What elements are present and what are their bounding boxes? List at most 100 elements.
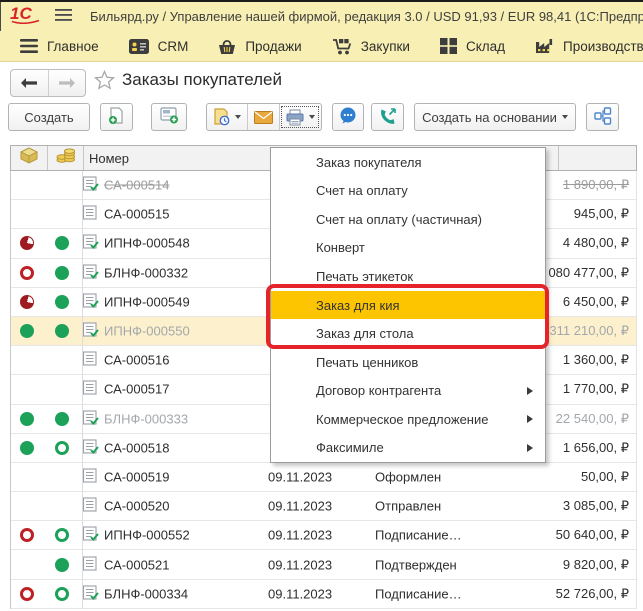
new-card-button[interactable] (151, 103, 187, 131)
nav-item-производство[interactable]: Производство (535, 38, 643, 54)
order-amount: 1 360,00, ₽ (563, 352, 629, 368)
shipment-status-icon (55, 412, 69, 426)
column-header-payment[interactable] (11, 146, 47, 170)
phone-button[interactable] (371, 103, 404, 131)
print-menu-item[interactable]: Факсимиле (271, 433, 545, 462)
column-header-money[interactable] (48, 146, 83, 170)
shipment-status-icon (55, 236, 69, 250)
back-button[interactable] (11, 70, 49, 96)
order-status: Подписание… (375, 586, 462, 601)
mail-button[interactable] (247, 104, 279, 130)
new-document-button[interactable] (100, 103, 133, 131)
print-button-group (206, 103, 322, 131)
related-documents-icon (594, 107, 612, 128)
table-left-border (10, 171, 11, 609)
order-status: Подписание… (375, 528, 462, 543)
page-title: Заказы покупателей (122, 70, 282, 90)
print-menu-item[interactable]: Печать ценников (271, 348, 545, 377)
order-number: СА-000516 (104, 353, 169, 368)
chevron-down-icon (309, 115, 315, 119)
chevron-down-icon (562, 115, 568, 119)
print-menu-item[interactable]: Заказ для стола (271, 319, 545, 348)
table-row[interactable]: СА-00051909.11.2023Оформлен50,00, ₽ (10, 463, 637, 492)
payment-status-icon (20, 295, 34, 309)
document-posted-icon (82, 438, 99, 457)
table-column-divider (82, 171, 83, 609)
nav-item-закупки[interactable]: Закупки (332, 38, 410, 55)
phone-icon (379, 107, 397, 128)
forward-button[interactable] (49, 70, 86, 96)
crm-icon (129, 39, 149, 54)
1c-logo-icon: 1С (9, 4, 41, 29)
order-date: 09.11.2023 (268, 469, 332, 484)
payment-status-icon (20, 587, 34, 601)
table-row[interactable]: СА-00052009.11.2023Отправлен3 085,00, ₽ (10, 492, 637, 521)
order-amount: 22 540,00, ₽ (556, 411, 629, 427)
new-document-icon (108, 107, 125, 128)
print-menu-item[interactable]: Конверт (271, 234, 545, 263)
document-draft-icon (82, 205, 98, 224)
nav-item-продажи[interactable]: Продажи (218, 38, 301, 55)
coins-icon (56, 148, 76, 168)
nav-item-склад[interactable]: Склад (440, 38, 505, 54)
shipment-status-icon (55, 528, 69, 542)
order-amount: 6 450,00, ₽ (563, 294, 629, 310)
related-documents-button[interactable] (586, 103, 619, 131)
print-menu-item[interactable]: Коммерческое предложение (271, 405, 545, 434)
payment-status-icon (20, 412, 34, 426)
create-button[interactable]: Создать (8, 103, 90, 131)
order-date: 09.11.2023 (268, 586, 332, 601)
order-date: 09.11.2023 (268, 557, 332, 572)
table-row[interactable]: ИПНФ-00055209.11.2023Подписание…50 640,0… (10, 521, 637, 550)
submenu-arrow-icon (527, 387, 533, 395)
print-menu-item[interactable]: Заказ покупателя (271, 148, 545, 177)
order-amount: 9 820,00, ₽ (563, 557, 629, 573)
document-draft-icon (82, 351, 98, 370)
payment-status-icon (20, 324, 34, 338)
order-number: ИПНФ-000550 (104, 324, 190, 339)
nav-item-crm[interactable]: CRM (129, 39, 189, 54)
print-menu-item[interactable]: Счет на оплату (271, 177, 545, 206)
order-status: Отправлен (375, 499, 441, 514)
shipment-status-icon (55, 558, 69, 572)
submenu-arrow-icon (527, 415, 533, 423)
shipment-status-icon (55, 441, 69, 455)
schedule-document-button[interactable] (207, 104, 247, 130)
menu-icon (20, 39, 38, 53)
order-number: СА-000518 (104, 440, 169, 455)
order-amount: 50 640,00, ₽ (556, 527, 629, 543)
page-header-row: Заказы покупателей (0, 62, 643, 100)
print-menu-item[interactable]: Печать этикеток (271, 262, 545, 291)
command-bar: Создать (0, 100, 643, 140)
table-right-border (636, 171, 637, 609)
svg-text:1С: 1С (10, 4, 32, 23)
order-number: СА-000520 (104, 499, 169, 514)
favorite-star-icon[interactable] (94, 70, 115, 95)
main-menu-icon[interactable] (55, 8, 72, 26)
print-menu-item[interactable]: Заказ для кия (271, 291, 545, 320)
order-number: СА-000517 (104, 382, 169, 397)
order-number: БЛНФ-000333 (104, 411, 188, 426)
create-based-on-button[interactable]: Создать на основании (414, 103, 576, 131)
print-dropdown-menu: Заказ покупателяСчет на оплатуСчет на оп… (270, 147, 546, 463)
nav-item-главное[interactable]: Главное (20, 39, 99, 54)
discussion-button[interactable] (332, 103, 364, 131)
order-date: 09.11.2023 (268, 499, 332, 514)
order-number: СА-000521 (104, 557, 169, 572)
table-row[interactable]: СА-00052109.11.2023Подтвержден9 820,00, … (10, 550, 637, 579)
document-posted-icon (82, 292, 99, 311)
print-menu-item[interactable]: Договор контрагента (271, 376, 545, 405)
print-button[interactable] (279, 104, 321, 130)
shipment-status-icon (55, 587, 69, 601)
basket-icon (218, 38, 236, 55)
document-posted-icon (82, 263, 99, 282)
table-row[interactable]: БЛНФ-00033409.11.2023Подписание…52 726,0… (10, 580, 637, 609)
document-posted-icon (82, 526, 99, 545)
print-menu-item[interactable]: Счет на оплату (частичная) (271, 205, 545, 234)
document-posted-icon (82, 322, 99, 341)
order-number: ИПНФ-000549 (104, 294, 190, 309)
document-draft-icon (82, 467, 98, 486)
payment-status-icon (20, 528, 34, 542)
chevron-down-icon (235, 115, 241, 119)
order-number: БЛНФ-000334 (104, 586, 188, 601)
